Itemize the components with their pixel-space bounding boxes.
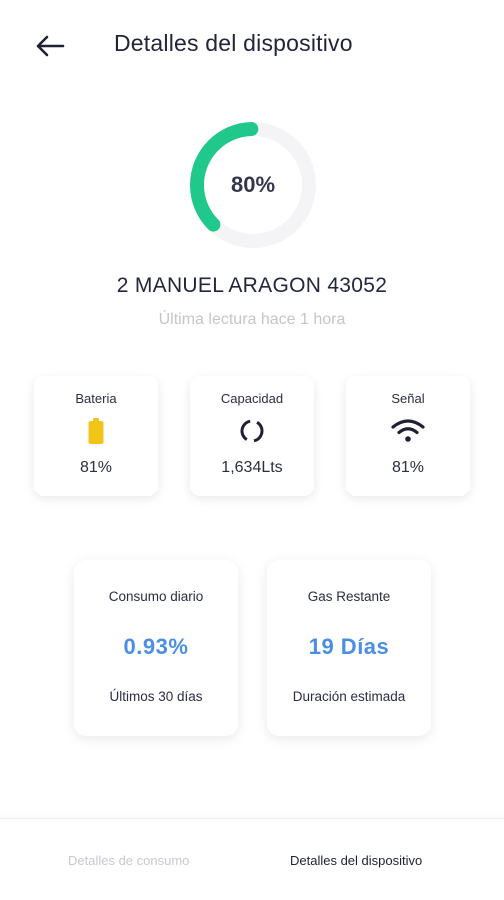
loading-circle-icon: [240, 419, 264, 443]
back-button[interactable]: [30, 26, 70, 66]
daily-consumption-card: Consumo diario 0.93% Últimos 30 días: [74, 560, 238, 736]
capacity-card: Capacidad 1,634Lts: [190, 376, 314, 496]
daily-consumption-period: Últimos 30 días: [109, 689, 203, 704]
battery-value: 81%: [79, 459, 113, 476]
gas-remaining-card: Gas Restante 19 Días Duración estimada: [267, 560, 431, 736]
signal-value: 81%: [391, 459, 425, 476]
battery-label: Bateria: [75, 391, 117, 406]
page-title: Detalles del dispositivo: [114, 30, 353, 56]
battery-icon: [88, 418, 104, 444]
app-header: Detalles del dispositivo: [0, 0, 504, 92]
gas-remaining-estimate: Duración estimada: [292, 689, 406, 704]
signal-label: Señal: [391, 391, 425, 406]
bottom-navigation: Detalles de consumo Detalles del disposi…: [0, 818, 504, 900]
capacity-label: Capacidad: [220, 391, 284, 406]
device-name: 2 MANUEL ARAGON 43052: [116, 274, 388, 297]
arrow-left-icon: [36, 35, 65, 57]
gas-remaining-value: 19 Días: [308, 634, 390, 659]
gauge-percentage: 80%: [230, 172, 276, 197]
daily-consumption-label: Consumo diario: [108, 589, 204, 604]
tab-consumption-details[interactable]: Detalles de consumo: [68, 853, 189, 868]
level-gauge: 80%: [186, 118, 320, 252]
daily-consumption-value: 0.93%: [123, 634, 189, 659]
last-reading-time: Última lectura hace 1 hora: [158, 311, 346, 328]
signal-card: Señal 81%: [346, 376, 470, 496]
wifi-icon: [391, 419, 425, 442]
gas-remaining-label: Gas Restante: [307, 589, 391, 604]
capacity-value: 1,634Lts: [221, 459, 283, 476]
tab-device-details[interactable]: Detalles del dispositivo: [290, 853, 422, 868]
battery-card: Bateria 81%: [34, 376, 158, 496]
